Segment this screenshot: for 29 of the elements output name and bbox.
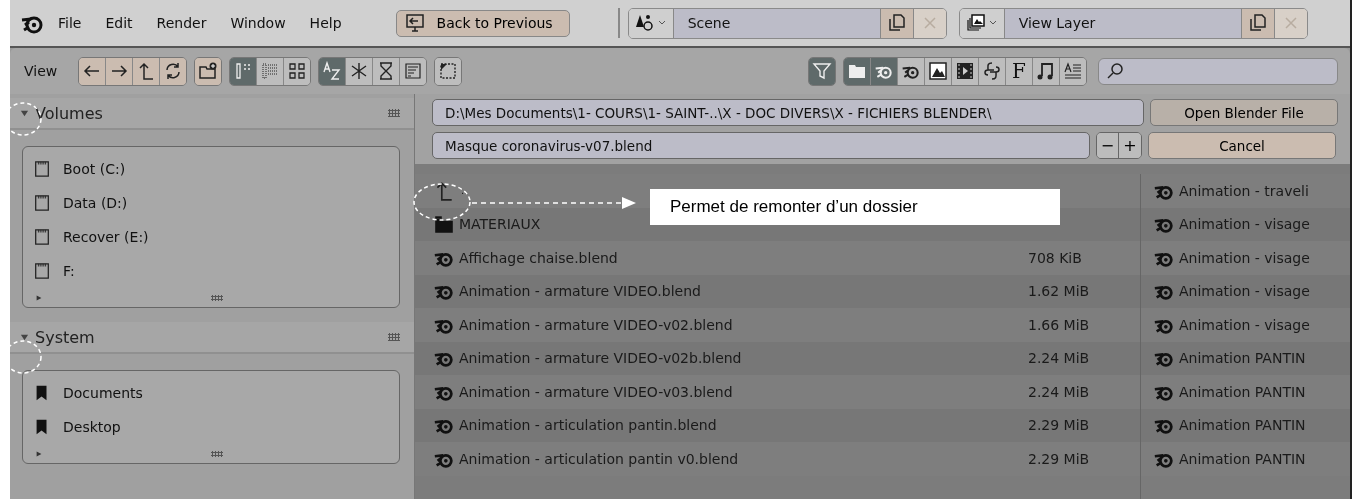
file-name: Animation PANTIN <box>1179 383 1306 400</box>
file-name: Animation PANTIN <box>1179 350 1306 367</box>
file-name: .. <box>461 185 468 197</box>
file-size: 708 KiB <box>1028 249 1083 266</box>
file-name: Animation - visage <box>1179 283 1310 300</box>
file-size: 2.29 MiB <box>1028 450 1091 467</box>
panel-title: Volumes <box>35 103 104 123</box>
file-name: Animation PANTIN <box>1179 450 1306 467</box>
panel-title: System <box>35 327 96 347</box>
file-name: MATERIAUX <box>459 216 541 233</box>
file-size: 2.24 MiB <box>1028 383 1091 400</box>
file-name: Animation - traveli <box>1179 182 1309 199</box>
file-size: 1.66 MiB <box>1028 316 1091 333</box>
file-name: Animation - visage <box>1179 249 1310 266</box>
font-icon: F <box>1012 61 1026 81</box>
file-name: Animation - visage <box>1179 316 1310 333</box>
file-name: Animation - armature VIDEO.blend <box>459 283 701 300</box>
file-name: Animation - armature VIDEO-v02.blend <box>459 316 733 333</box>
file-size: 1.62 MiB <box>1028 283 1091 300</box>
file-name: Animation PANTIN <box>1179 417 1306 434</box>
file-name: Animation - armature VIDEO-v03.blend <box>459 383 733 400</box>
file-name: Animation - visage <box>1179 216 1310 233</box>
file-name: Animation - armature VIDEO-v02b.blend <box>459 350 742 367</box>
file-name: Animation - articulation pantin.blend <box>459 417 717 434</box>
file-name: Affichage chaise.blend <box>459 249 618 266</box>
file-size: 2.24 MiB <box>1028 350 1091 367</box>
file-size: 2.29 MiB <box>1028 417 1091 434</box>
annotation-tooltip: Permet de remonter d’un dossier <box>650 189 1060 225</box>
file-name: Animation - articulation pantin v0.blend <box>459 450 739 467</box>
